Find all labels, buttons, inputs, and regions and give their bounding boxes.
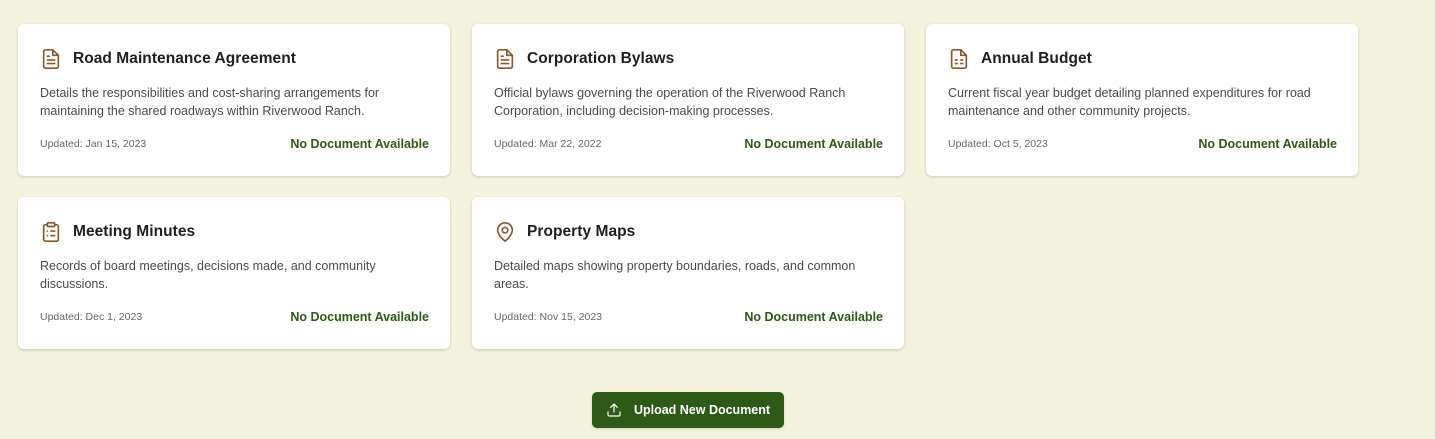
- card-header: Annual Budget: [948, 48, 1337, 70]
- card-footer: Updated: Mar 22, 2022 No Document Availa…: [494, 137, 883, 151]
- document-card-annual-budget[interactable]: Annual Budget Current fiscal year budget…: [926, 24, 1358, 176]
- file-text-icon: [494, 48, 516, 70]
- document-card-meeting-minutes[interactable]: Meeting Minutes Records of board meeting…: [18, 197, 450, 349]
- card-footer: Updated: Jan 15, 2023 No Document Availa…: [40, 137, 429, 151]
- map-pin-icon: [494, 221, 516, 243]
- documents-grid: Road Maintenance Agreement Details the r…: [18, 24, 1358, 349]
- document-status: No Document Available: [744, 310, 883, 324]
- file-spreadsheet-icon: [948, 48, 970, 70]
- document-status: No Document Available: [290, 137, 429, 151]
- upload-new-document-button[interactable]: Upload New Document: [592, 392, 784, 428]
- card-footer: Updated: Dec 1, 2023 No Document Availab…: [40, 310, 429, 324]
- card-description: Records of board meetings, decisions mad…: [40, 259, 376, 291]
- card-title: Property Maps: [527, 223, 636, 240]
- updated-date: Updated: Nov 15, 2023: [494, 311, 602, 323]
- document-card-corporation-bylaws[interactable]: Corporation Bylaws Official bylaws gover…: [472, 24, 904, 176]
- card-description: Official bylaws governing the operation …: [494, 86, 846, 118]
- document-card-property-maps[interactable]: Property Maps Detailed maps showing prop…: [472, 197, 904, 349]
- updated-date: Updated: Mar 22, 2022: [494, 138, 602, 150]
- card-title: Meeting Minutes: [73, 223, 196, 240]
- card-description: Current fiscal year budget detailing pla…: [948, 86, 1311, 118]
- card-title: Road Maintenance Agreement: [73, 50, 296, 67]
- card-footer: Updated: Nov 15, 2023 No Document Availa…: [494, 310, 883, 324]
- upload-icon: [606, 402, 622, 418]
- card-header: Road Maintenance Agreement: [40, 48, 429, 70]
- upload-button-label: Upload New Document: [633, 403, 771, 417]
- card-header: Meeting Minutes: [40, 221, 429, 243]
- file-text-icon: [40, 48, 62, 70]
- clipboard-list-icon: [40, 221, 62, 243]
- document-status: No Document Available: [290, 310, 429, 324]
- document-card-road-maintenance[interactable]: Road Maintenance Agreement Details the r…: [18, 24, 450, 176]
- card-header: Property Maps: [494, 221, 883, 243]
- card-title: Annual Budget: [981, 50, 1092, 67]
- document-status: No Document Available: [744, 137, 883, 151]
- updated-date: Updated: Dec 1, 2023: [40, 311, 143, 323]
- updated-date: Updated: Oct 5, 2023: [948, 138, 1048, 150]
- card-description: Detailed maps showing property boundarie…: [494, 259, 856, 291]
- updated-date: Updated: Jan 15, 2023: [40, 138, 147, 150]
- card-description: Details the responsibilities and cost-sh…: [40, 86, 380, 118]
- card-title: Corporation Bylaws: [527, 50, 675, 67]
- card-header: Corporation Bylaws: [494, 48, 883, 70]
- document-status: No Document Available: [1198, 137, 1337, 151]
- card-footer: Updated: Oct 5, 2023 No Document Availab…: [948, 137, 1337, 151]
